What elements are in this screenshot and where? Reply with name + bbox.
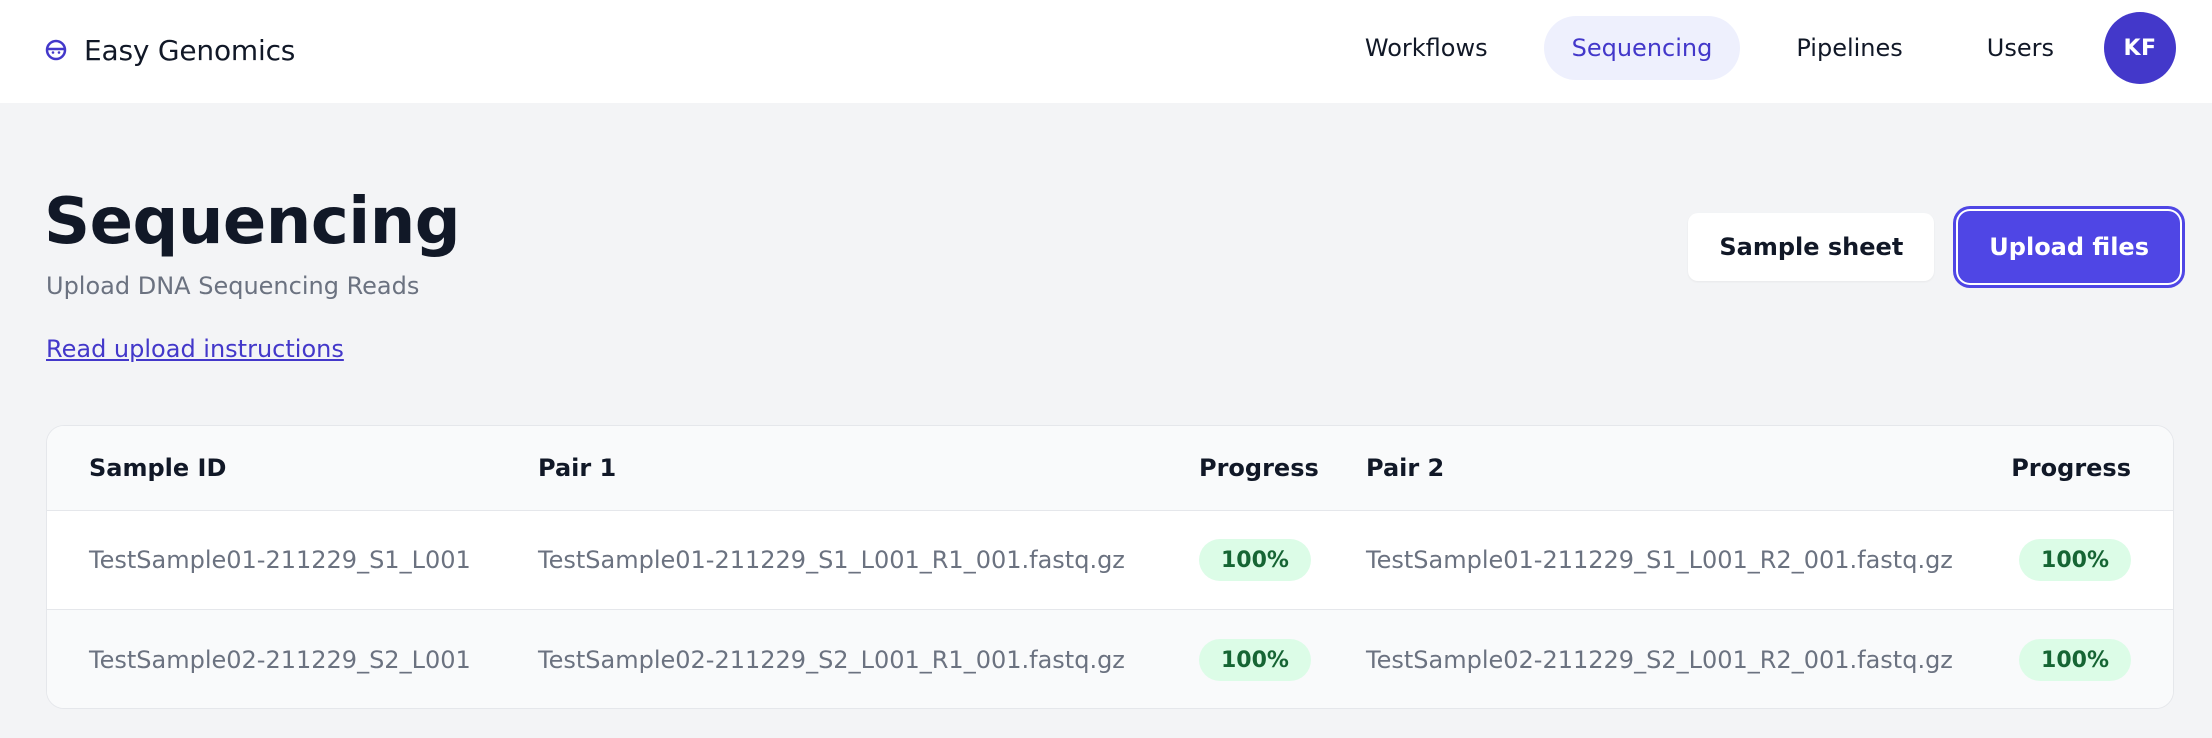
progress-badge: 100% — [1199, 539, 1311, 581]
main-nav: Workflows Sequencing Pipelines Users KF — [1309, 12, 2176, 84]
page-subtitle: Upload DNA Sequencing Reads — [46, 272, 420, 300]
brand-face-icon — [44, 38, 68, 62]
progress-badge: 100% — [2019, 539, 2131, 581]
table-row[interactable]: TestSample02-211229_S2_L001 TestSample02… — [47, 610, 2173, 708]
pair2-file-cell: TestSample02-211229_S2_L001_R2_001.fastq… — [1366, 646, 1953, 674]
table-row[interactable]: TestSample01-211229_S1_L001 TestSample01… — [47, 511, 2173, 610]
sample-sheet-button[interactable]: Sample sheet — [1688, 213, 1935, 281]
header-actions: Sample sheet Upload files — [1688, 211, 2180, 283]
pair2-file-cell: TestSample01-211229_S1_L001_R2_001.fastq… — [1366, 546, 1953, 574]
nav-item-users[interactable]: Users — [1959, 16, 2082, 80]
nav-item-pipelines[interactable]: Pipelines — [1768, 16, 1930, 80]
brand[interactable]: Easy Genomics — [44, 30, 295, 70]
progress-badge: 100% — [2019, 639, 2131, 681]
column-header-pair2[interactable]: Pair 2 — [1366, 426, 1444, 510]
pair1-file-cell: TestSample02-211229_S2_L001_R1_001.fastq… — [538, 646, 1125, 674]
column-header-pair1-progress[interactable]: Progress — [1199, 426, 1319, 510]
user-avatar[interactable]: KF — [2104, 12, 2176, 84]
pair1-progress-cell: 100% — [1199, 511, 1311, 609]
table-header-row: Sample ID Pair 1 Progress Pair 2 Progres… — [47, 426, 2173, 511]
column-header-sample-id[interactable]: Sample ID — [89, 426, 226, 510]
pair2-progress-cell: 100% — [2019, 610, 2131, 708]
upload-files-button[interactable]: Upload files — [1958, 211, 2180, 283]
upload-instructions-link[interactable]: Read upload instructions — [46, 335, 344, 363]
app-name: Easy Genomics — [84, 33, 296, 67]
nav-item-workflows[interactable]: Workflows — [1337, 16, 1516, 80]
progress-badge: 100% — [1199, 639, 1311, 681]
column-header-pair2-progress[interactable]: Progress — [2011, 426, 2131, 510]
pair2-progress-cell: 100% — [2019, 511, 2131, 609]
page-title: Sequencing — [44, 185, 461, 259]
column-header-pair1[interactable]: Pair 1 — [538, 426, 616, 510]
sample-id-cell: TestSample02-211229_S2_L001 — [89, 646, 471, 674]
nav-item-sequencing[interactable]: Sequencing — [1543, 16, 1741, 80]
sequencing-files-table: Sample ID Pair 1 Progress Pair 2 Progres… — [46, 425, 2174, 709]
pair1-progress-cell: 100% — [1199, 610, 1311, 708]
sample-id-cell: TestSample01-211229_S1_L001 — [89, 546, 471, 574]
pair1-file-cell: TestSample01-211229_S1_L001_R1_001.fastq… — [538, 546, 1125, 574]
top-navigation-bar: Easy Genomics Workflows Sequencing Pipel… — [0, 0, 2212, 103]
